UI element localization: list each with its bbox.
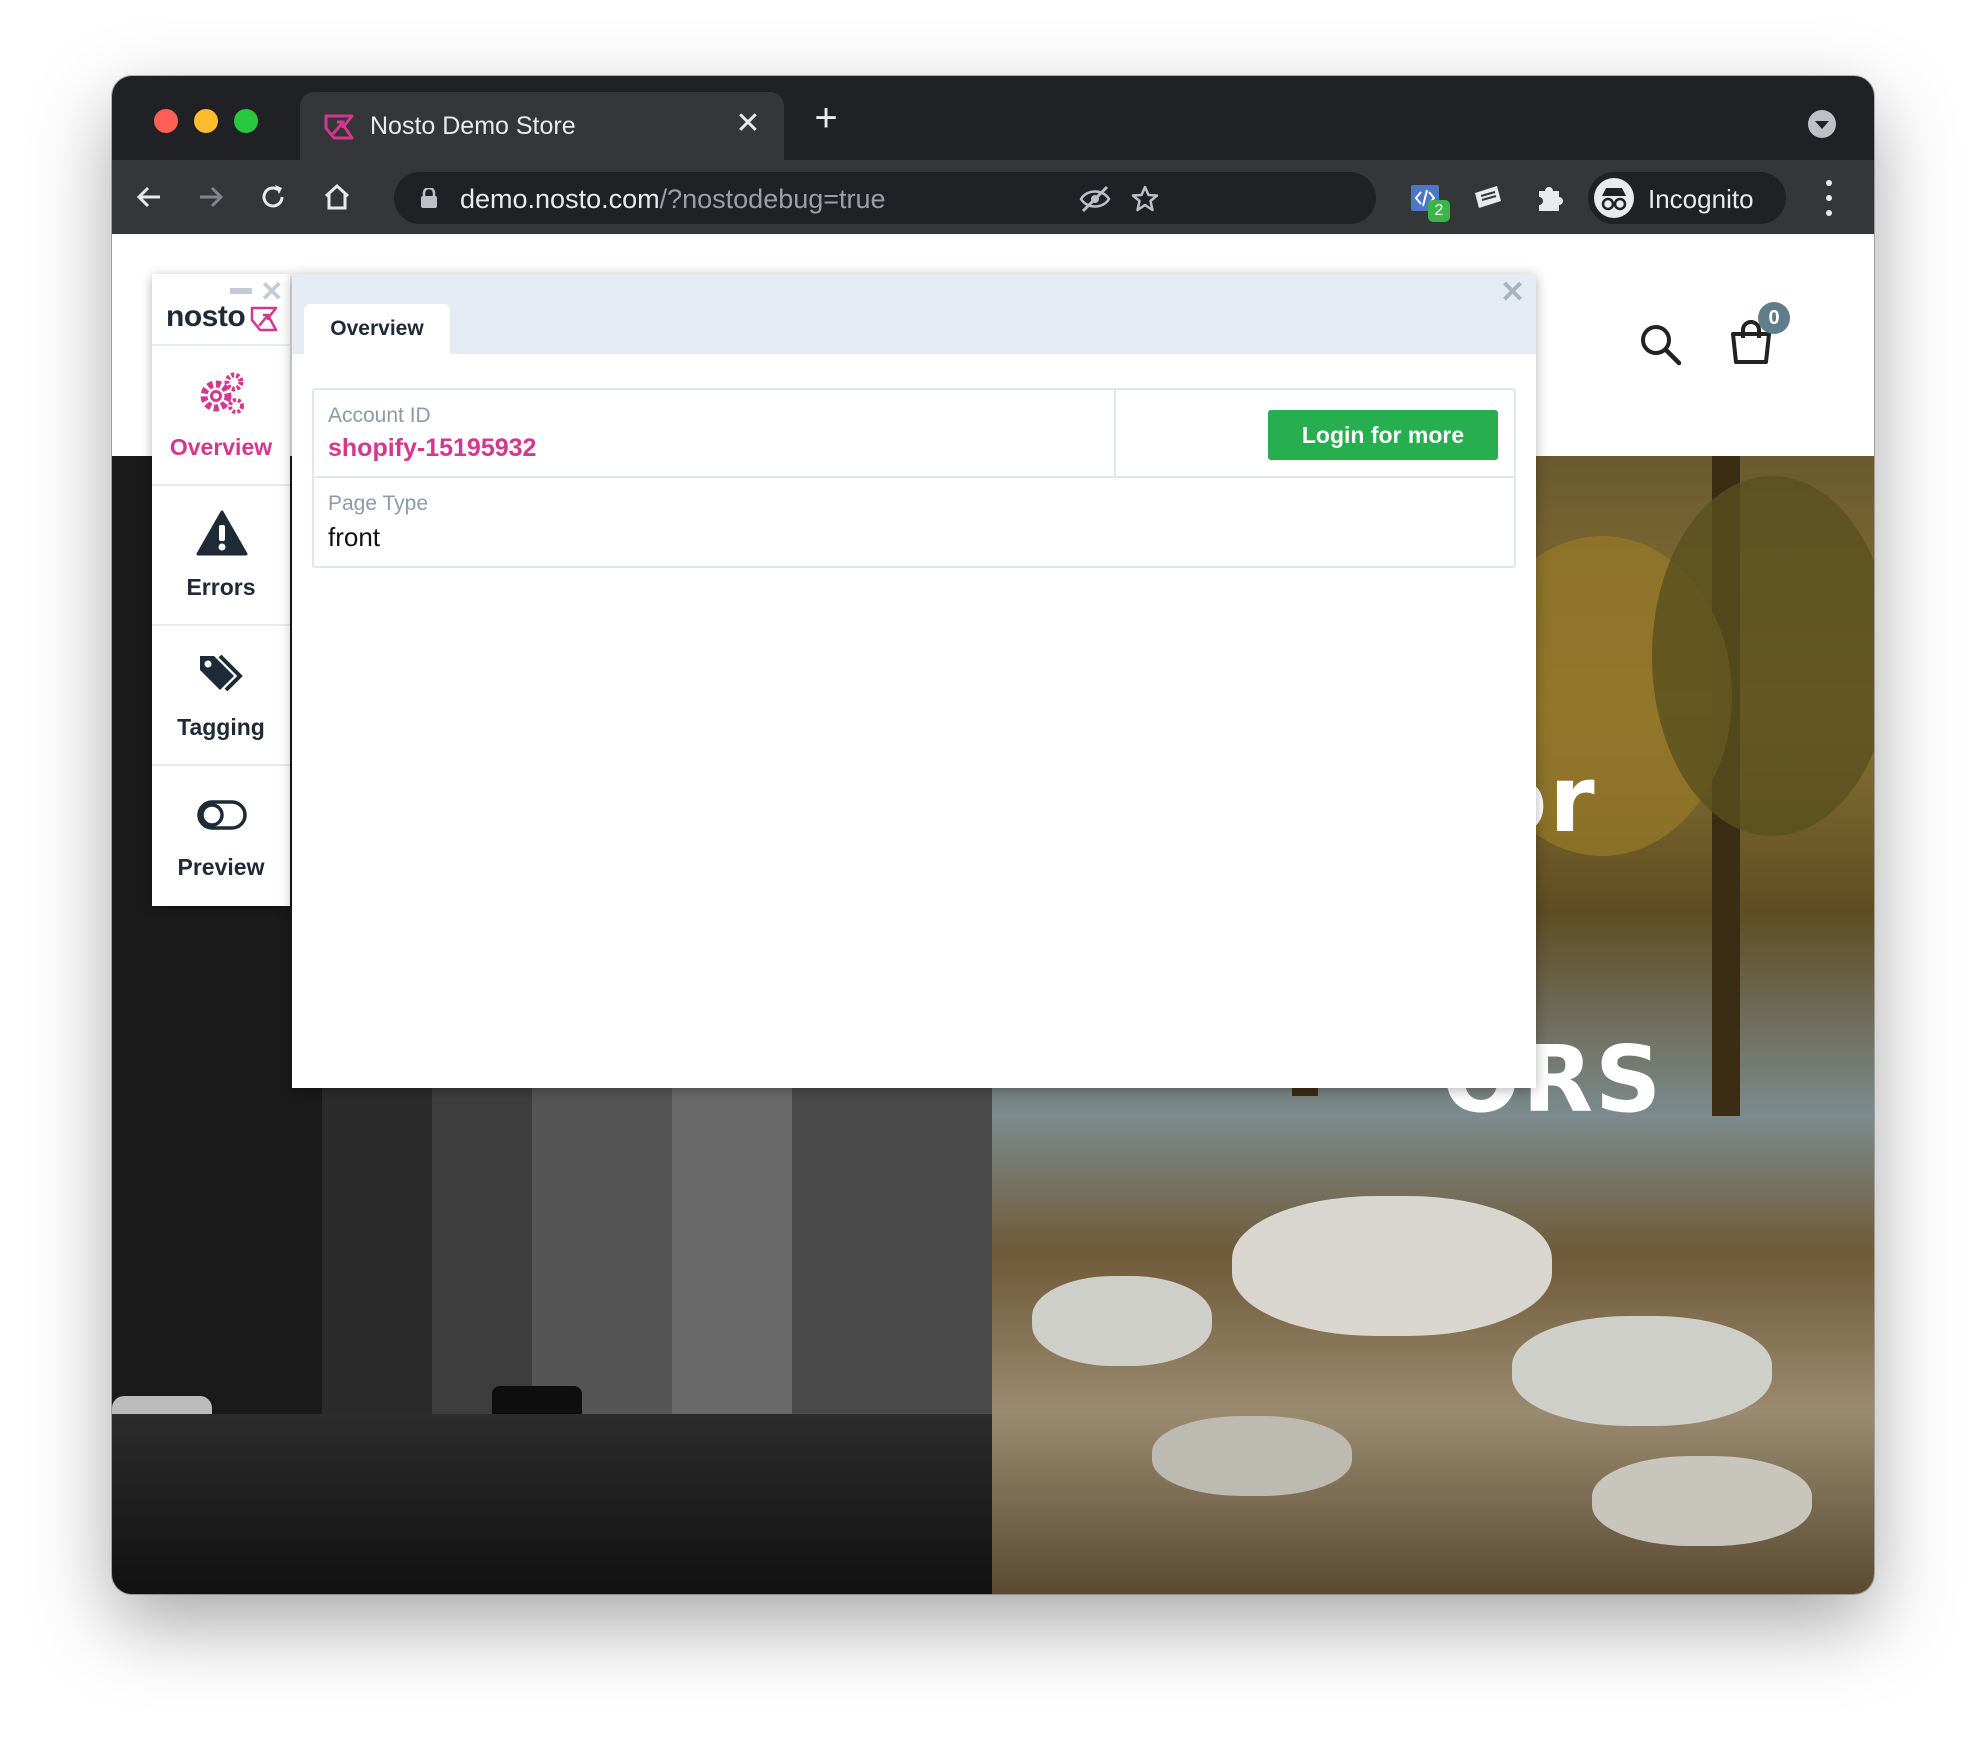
extension-badge: 2 [1428,200,1450,222]
back-arrow-icon [136,186,160,208]
incognito-label: Incognito [1648,184,1754,214]
home-button[interactable] [314,174,360,220]
back-button[interactable] [126,174,172,220]
sidebar-item-label: Overview [169,434,273,460]
zoom-window-button[interactable] [234,109,258,133]
gears-icon [200,372,244,414]
login-cell: Login for more [1116,390,1516,478]
browser-tab[interactable]: Nosto Demo Store ✕ [300,92,784,160]
tags-icon [200,654,243,692]
tab-overview[interactable]: Overview [304,304,450,354]
login-for-more-button[interactable]: Login for more [1268,410,1498,460]
incognito-profile-button[interactable]: Incognito [1588,172,1786,224]
nosto-debug-sidebar: ✕ nosto Overview Errors Tagging Preview [152,274,290,906]
account-id-value: shopify-15195932 [328,434,537,462]
browser-menu-icon[interactable] [1824,180,1834,216]
url-path: /?nostodebug=true [659,184,886,214]
url-text: demo.nosto.com/?nostodebug=true [460,184,886,215]
forward-button[interactable] [188,174,234,220]
nosto-logo: nosto [166,300,246,333]
city-road [112,1414,992,1594]
tab-title: Nosto Demo Store [370,112,576,140]
home-icon [324,183,350,210]
reload-icon [262,185,284,208]
code-extension-icon[interactable]: 2 [1406,178,1450,222]
lock-icon [421,188,437,208]
sidebar-item-errors[interactable]: Errors [152,486,290,626]
ticket-extension-icon[interactable] [1468,178,1508,218]
panel-tab-strip: Overview ✕ [292,274,1536,354]
page-type-label: Page Type [328,492,429,515]
nosto-logo-area: ✕ nosto [152,274,290,346]
toggle-icon [197,800,247,830]
warning-icon [196,510,248,556]
bookmark-star-icon[interactable] [1128,182,1162,216]
cart-count-badge: 0 [1758,302,1790,334]
minimize-window-button[interactable] [194,109,218,133]
nosto-favicon-icon [324,114,354,140]
page-type-value: front [328,522,381,552]
close-window-button[interactable] [154,109,178,133]
tab-search-icon[interactable] [1808,110,1836,138]
sidebar-item-label: Preview [177,854,265,880]
nosto-logo-mark-icon [250,306,278,332]
browser-toolbar: demo.nosto.com/?nostodebug=true 2 Incogn… [112,160,1874,234]
store-search-icon[interactable] [1638,322,1682,366]
sidebar-item-tagging[interactable]: Tagging [152,626,290,766]
browser-window: Nosto Demo Store ✕ + demo.nosto.com/?nos… [112,76,1874,1594]
extensions-puzzle-icon[interactable] [1530,178,1570,218]
sidebar-item-preview[interactable]: Preview [152,766,290,906]
url-host: demo.nosto.com [460,184,660,214]
reload-button[interactable] [250,174,296,220]
incognito-icon [1594,178,1634,218]
panel-close-icon[interactable]: ✕ [1500,278,1525,308]
nosto-debug-panel: Overview ✕ Account ID shopify-15195932 L… [292,274,1536,1088]
sidebar-item-overview[interactable]: Overview [152,346,290,486]
new-tab-button[interactable]: + [806,98,846,138]
tab-close-icon[interactable]: ✕ [730,106,766,142]
web-page: 0 ORS ✕ nosto Overview Errors Tagging Pr… [112,234,1874,1594]
title-bar: Nosto Demo Store ✕ + [112,76,1874,160]
account-id-label: Account ID [328,404,431,427]
address-bar[interactable]: demo.nosto.com/?nostodebug=true [394,172,1376,224]
sidebar-item-label: Errors [186,574,256,600]
tracking-protection-icon[interactable] [1078,182,1112,216]
sidebar-item-label: Tagging [177,714,265,740]
minimize-icon[interactable] [230,288,252,294]
account-id-cell: Account ID shopify-15195932 [314,390,1116,478]
forward-arrow-icon [200,186,224,208]
sidebar-close-icon[interactable]: ✕ [260,278,283,306]
overview-info-box: Account ID shopify-15195932 Login for mo… [312,388,1516,568]
